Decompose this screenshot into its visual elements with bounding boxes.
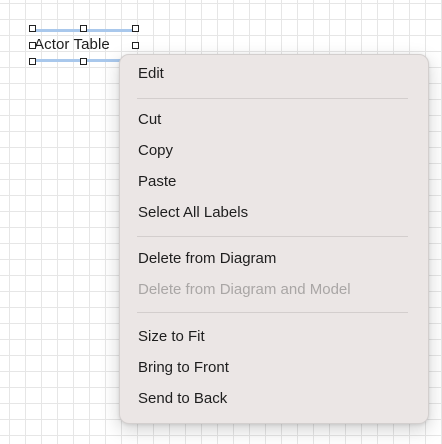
menu-item-delete-from-diagram[interactable]: Delete from Diagram (138, 249, 276, 269)
menu-item-size-to-fit[interactable]: Size to Fit (138, 327, 205, 347)
menu-item-delete-from-diagram-and-model: Delete from Diagram and Model (138, 281, 351, 298)
resize-handle-top-right[interactable] (132, 25, 139, 32)
resize-handle-top-middle[interactable] (80, 25, 87, 32)
resize-handle-bottom-left[interactable] (29, 58, 36, 65)
label-text: Actor Table (34, 36, 110, 53)
menu-item-edit[interactable]: Edit (138, 64, 164, 84)
resize-handle-middle-right[interactable] (132, 42, 139, 49)
actor-table-label[interactable]: Actor Table (29, 25, 139, 65)
resize-handle-middle-left[interactable] (29, 42, 36, 49)
diagram-canvas[interactable]: Actor Table Edit Cut Copy Paste Select A… (0, 0, 442, 444)
menu-item-send-to-back[interactable]: Send to Back (138, 389, 227, 409)
menu-item-select-all-labels[interactable]: Select All Labels (138, 203, 248, 223)
context-menu: Edit Cut Copy Paste Select All Labels De… (119, 54, 429, 424)
menu-item-cut[interactable]: Cut (138, 110, 161, 130)
menu-item-copy[interactable]: Copy (138, 141, 173, 161)
menu-separator (137, 236, 408, 237)
resize-handle-bottom-middle[interactable] (80, 58, 87, 65)
resize-handle-top-left[interactable] (29, 25, 36, 32)
menu-item-bring-to-front[interactable]: Bring to Front (138, 358, 229, 378)
menu-item-paste[interactable]: Paste (138, 172, 176, 192)
menu-separator (137, 312, 408, 313)
menu-separator (137, 98, 408, 99)
